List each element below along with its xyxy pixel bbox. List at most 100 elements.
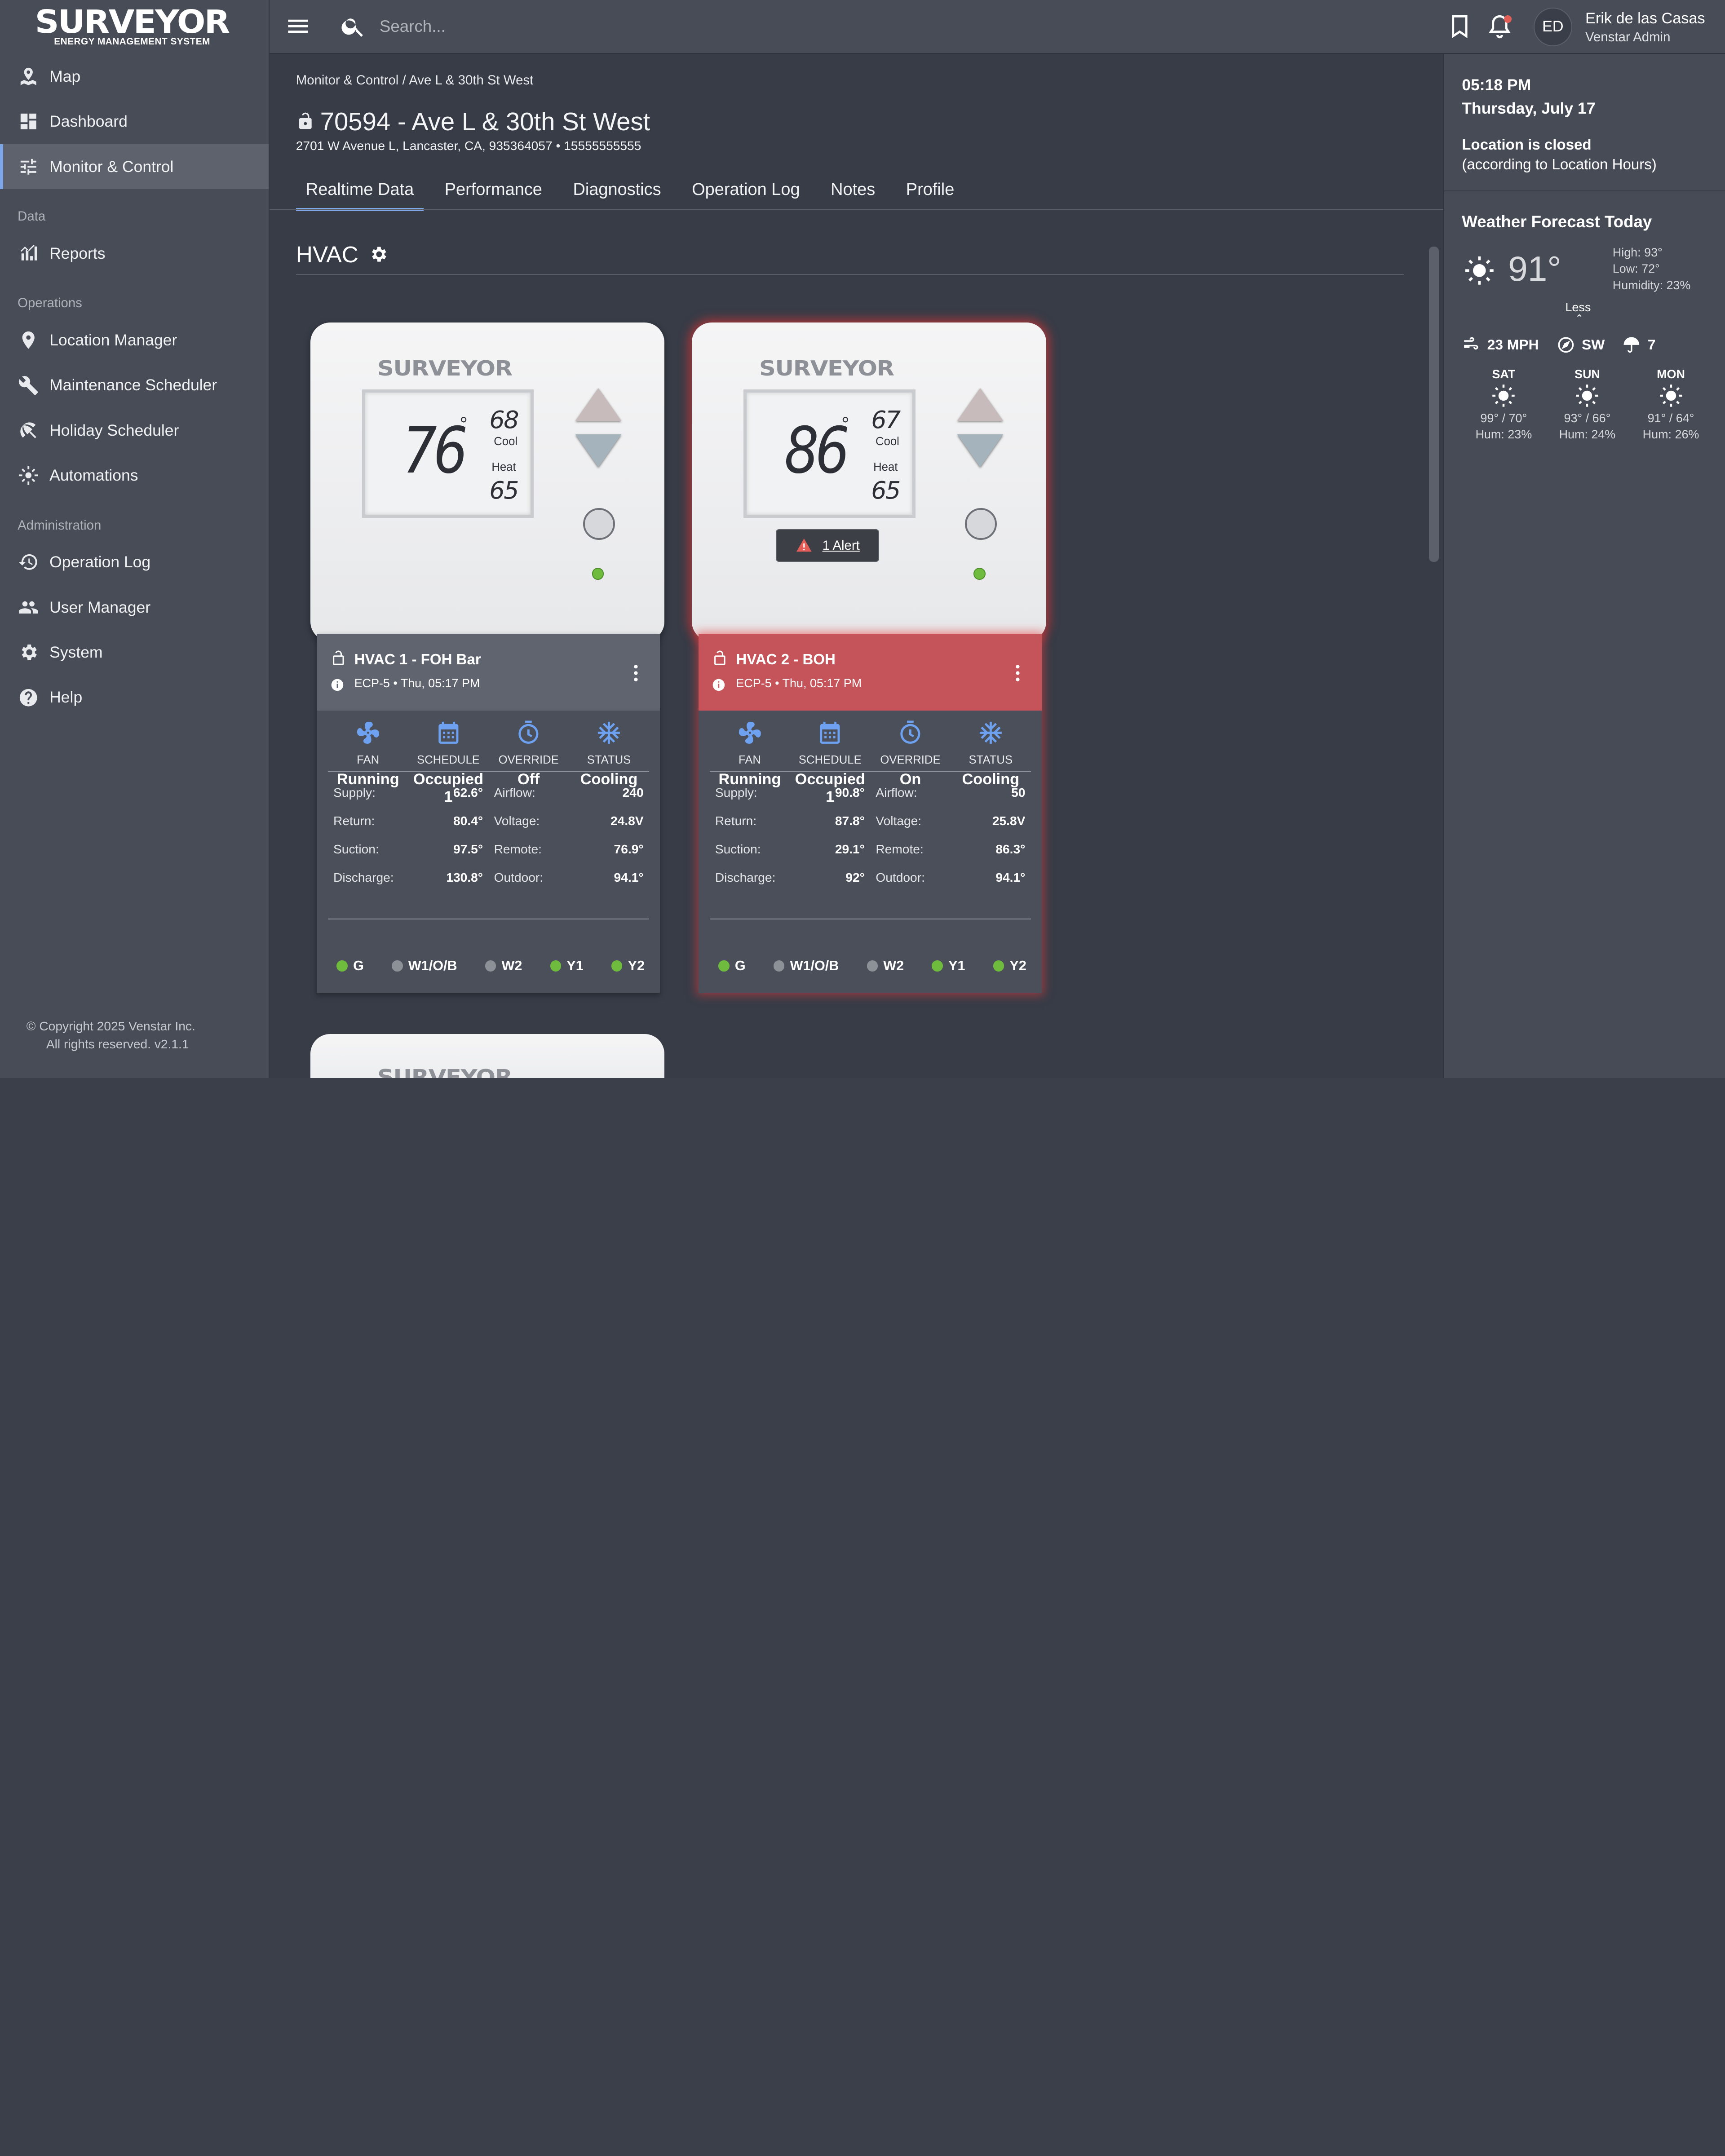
menu-icon[interactable] — [285, 13, 311, 40]
relay-label: W2 — [883, 958, 904, 974]
sidebar-item-operation-log[interactable]: Operation Log — [0, 540, 269, 585]
relay-status-dot — [773, 960, 785, 972]
metric-value: 50 — [1011, 786, 1026, 800]
metric-value: 76.9° — [614, 842, 644, 857]
thermostat-mode-button[interactable] — [583, 508, 615, 540]
info-icon[interactable] — [330, 678, 345, 692]
status-label: OVERRIDE — [880, 753, 941, 766]
relay-label: W2 — [501, 958, 522, 974]
hvac-name[interactable]: HVAC 2 - BOH — [736, 651, 836, 668]
history-icon — [18, 551, 40, 573]
relay-indicator: Y2 — [611, 958, 645, 974]
metric-value: 94.1° — [614, 870, 644, 885]
relay-label: Y1 — [948, 958, 965, 974]
current-temp-readout: 86 — [784, 413, 849, 488]
sidebar-item-monitor-control[interactable]: Monitor & Control — [0, 144, 269, 190]
unlock-icon — [299, 112, 312, 129]
metric-row: Suction: 29.1° Remote: 86.3° — [715, 835, 1026, 864]
section-title: HVAC — [296, 241, 388, 268]
tab-realtime-data[interactable]: Realtime Data — [296, 169, 424, 212]
relay-label: G — [734, 958, 746, 974]
metric-value: 25.8V — [992, 814, 1026, 828]
hvac-name[interactable]: HVAC 1 - FOH Bar — [354, 651, 481, 668]
today-low: Low: 72° — [1612, 262, 1660, 276]
bookmark-icon[interactable] — [1446, 13, 1473, 40]
more-vertical-icon[interactable] — [1007, 662, 1029, 684]
section-divider — [296, 274, 1404, 275]
more-vertical-icon[interactable] — [625, 662, 647, 684]
cool-label: Cool — [494, 435, 518, 448]
sidebar-item-help[interactable]: Help — [0, 675, 269, 720]
sidebar-section-data: Data — [18, 209, 46, 224]
sidebar-item-maintenance-scheduler[interactable]: Maintenance Scheduler — [0, 363, 269, 408]
user-name[interactable]: Erik de las Casas — [1585, 10, 1705, 27]
breadcrumb-item[interactable]: Ave L & 30th St West — [409, 73, 533, 88]
relay-row: G W1/O/B W2 Y1 Y2 — [336, 958, 645, 974]
setpoint-up-button[interactable] — [575, 388, 621, 421]
sidebar-item-location-manager[interactable]: Location Manager — [0, 318, 269, 362]
metrics-table: Supply: 62.6° Airflow: 240 Return: 80.4° Volta… — [333, 779, 644, 892]
metric-label: Voltage: — [494, 814, 540, 828]
wind-icon — [1464, 337, 1478, 350]
avatar[interactable]: ED — [1533, 8, 1572, 46]
relay-indicator: Y2 — [993, 958, 1026, 974]
hvac-meta: ECP-5 • Thu, 05:17 PM — [736, 676, 862, 690]
sidebar-item-system[interactable]: System — [0, 630, 269, 675]
sidebar-item-dashboard[interactable]: Dashboard — [0, 99, 269, 144]
sidebar-item-automations[interactable]: Automations — [0, 453, 269, 498]
sidebar-item-user-manager[interactable]: User Manager — [0, 585, 269, 630]
thermostat-mode-button[interactable] — [964, 508, 997, 540]
metric-value: 240 — [622, 786, 644, 800]
section-title-text: HVAC — [296, 241, 358, 268]
main-scrollbar[interactable] — [1429, 246, 1439, 562]
sidebar-item-label: Dashboard — [49, 112, 128, 131]
relay-indicator: W1/O/B — [392, 958, 457, 974]
tab-diagnostics[interactable]: Diagnostics — [563, 169, 671, 210]
tab-notes[interactable]: Notes — [821, 169, 885, 210]
forecast-day-name: SUN — [1574, 367, 1600, 381]
settings-gear-icon[interactable] — [368, 244, 388, 264]
logo-wordmark: SURVEYOR — [35, 3, 230, 40]
sidebar-item-label: System — [49, 643, 103, 662]
thermostat-device: SURVEYOR — [310, 1034, 665, 1078]
setpoint-up-button[interactable] — [957, 388, 1003, 421]
status-label: SCHEDULE — [416, 753, 480, 766]
unlock-icon — [332, 650, 344, 666]
relay-indicator: W1/O/B — [773, 958, 839, 974]
tab-profile[interactable]: Profile — [896, 169, 964, 210]
relay-label: Y2 — [628, 958, 645, 974]
thermostat-device: SURVEYOR 76 ° 68 Cool Heat 65 — [310, 322, 665, 641]
metric-label: Discharge: — [715, 870, 776, 885]
forecast-day: SAT 99° / 70° Hum: 23% — [1462, 367, 1545, 443]
compass-icon — [1558, 337, 1574, 353]
tab-operation-log[interactable]: Operation Log — [682, 169, 810, 210]
search-input[interactable] — [379, 11, 1040, 42]
relay-indicator: Y1 — [550, 958, 584, 974]
sidebar-item-reports[interactable]: Reports — [0, 231, 269, 276]
metric-label: Outdoor: — [494, 870, 544, 885]
tab-performance[interactable]: Performance — [435, 169, 552, 210]
notification-bell-icon[interactable] — [1486, 13, 1513, 40]
panel-divider — [1444, 190, 1725, 192]
status-label: STATUS — [969, 753, 1013, 766]
metric-label: Airflow: — [876, 786, 917, 800]
thermostat-display[interactable]: 86 ° 67 Cool Heat 65 — [743, 389, 916, 518]
breadcrumb-item[interactable]: Monitor & Control — [296, 73, 399, 88]
setpoint-down-button[interactable] — [575, 434, 621, 467]
thermostat-brand: SURVEYOR — [377, 356, 513, 381]
sidebar-section-operations: Operations — [18, 296, 82, 311]
sidebar-item-holiday-scheduler[interactable]: Holiday Scheduler — [0, 408, 269, 453]
relay-status-dot — [867, 960, 878, 972]
degree-symbol: ° — [841, 413, 849, 436]
relay-row: G W1/O/B W2 Y1 Y2 — [718, 958, 1026, 974]
metric-value: 92° — [845, 870, 865, 885]
info-icon[interactable] — [712, 678, 726, 692]
location-status: Location is closed (according to Locatio… — [1462, 135, 1657, 175]
heat-setpoint: 65 — [871, 476, 901, 504]
thermostat-display[interactable]: 76 ° 68 Cool Heat 65 — [362, 389, 534, 518]
setpoint-down-button[interactable] — [957, 434, 1003, 467]
sidebar-item-map[interactable]: Map — [0, 54, 269, 99]
chevron-up-icon[interactable]: ⌃ — [1575, 313, 1583, 324]
alert-button[interactable]: 1 Alert — [775, 529, 879, 562]
app-logo[interactable]: SURVEYOR ENERGY MANAGEMENT SYSTEM — [0, 0, 269, 54]
